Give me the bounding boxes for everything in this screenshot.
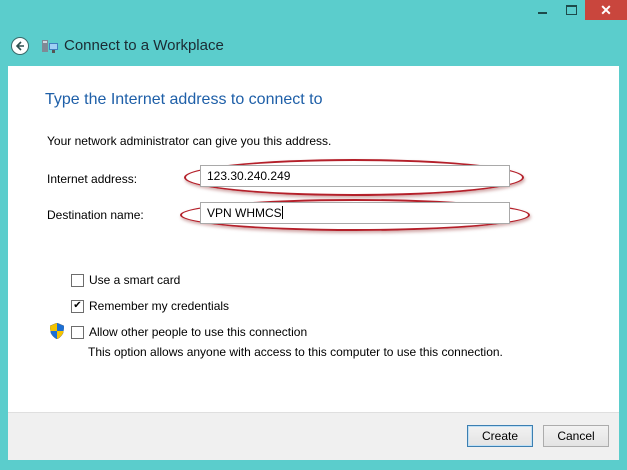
window-title: Connect to a Workplace (64, 37, 224, 54)
allow-others-option[interactable]: Allow other people to use this connectio… (71, 325, 307, 339)
destination-name-value: VPN WHMCS (207, 206, 282, 220)
page-heading: Type the Internet address to connect to (45, 91, 323, 108)
cancel-button[interactable]: Cancel (543, 425, 609, 447)
allow-others-label: Allow other people to use this connectio… (89, 325, 308, 339)
back-button[interactable] (11, 37, 29, 55)
info-text: Your network administrator can give you … (47, 134, 332, 148)
uac-shield-icon (50, 323, 64, 339)
close-button[interactable]: ✕ (585, 0, 627, 20)
destination-name-label: Destination name: (47, 208, 144, 222)
maximize-icon (565, 5, 577, 15)
wizard-content: Type the Internet address to connect to … (8, 66, 619, 412)
internet-address-label: Internet address: (47, 172, 138, 186)
allow-others-hint: This option allows anyone with access to… (88, 345, 503, 359)
checkmark-icon: ✔ (73, 300, 82, 311)
network-workplace-icon (42, 40, 58, 53)
maximize-button[interactable] (557, 0, 585, 20)
allow-others-checkbox[interactable] (71, 325, 84, 339)
internet-address-value: 123.30.240.249 (207, 169, 291, 183)
back-arrow-icon (15, 41, 24, 51)
dialog-footer: Create Cancel (8, 412, 619, 460)
minimize-button[interactable] (527, 0, 557, 20)
close-icon: ✕ (600, 1, 612, 18)
title-bar: Connect to a Workplace (0, 26, 627, 66)
remember-credentials-option[interactable]: ✔ Remember my credentials (71, 299, 229, 313)
text-caret (281, 206, 283, 219)
destination-name-input[interactable]: VPN WHMCS (200, 202, 510, 224)
create-button[interactable]: Create (467, 425, 533, 447)
dialog-window: ✕ Connect to a Workplace Type the Intern… (0, 0, 627, 470)
smart-card-checkbox[interactable] (71, 273, 84, 287)
smart-card-option[interactable]: Use a smart card (71, 273, 180, 287)
smart-card-label: Use a smart card (89, 273, 181, 287)
remember-credentials-checkbox[interactable]: ✔ (71, 299, 84, 313)
internet-address-input[interactable]: 123.30.240.249 (200, 165, 510, 187)
remember-credentials-label: Remember my credentials (89, 299, 230, 313)
minimize-icon (537, 12, 547, 14)
